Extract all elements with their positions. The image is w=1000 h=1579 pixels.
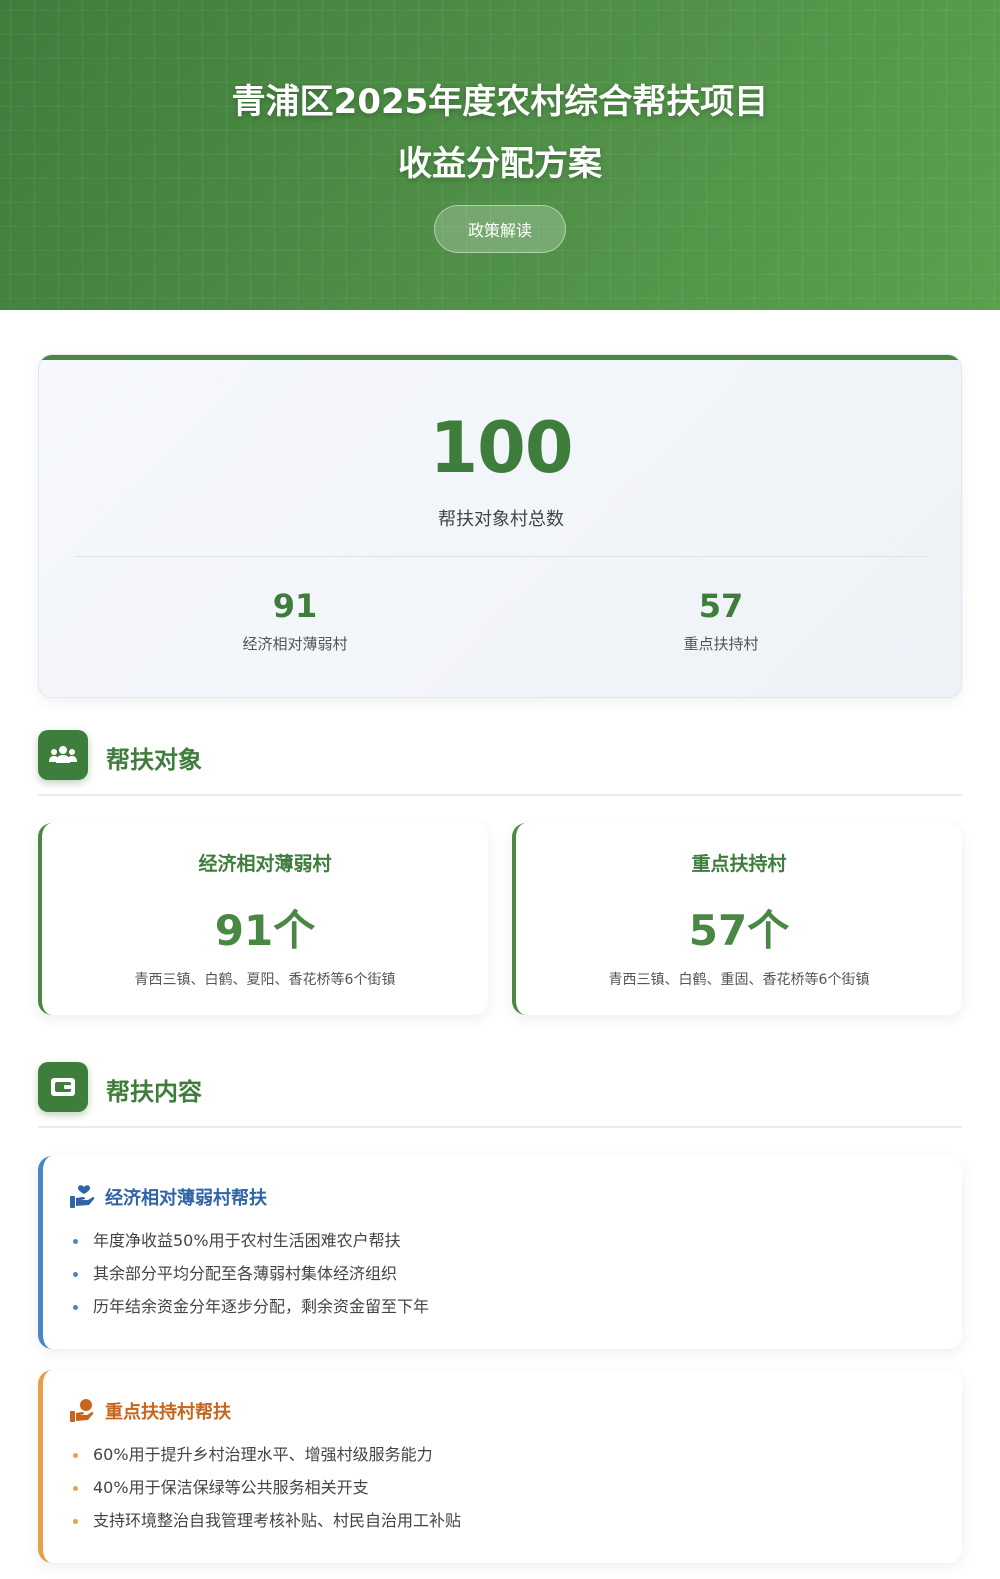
target-card-value: 91个 xyxy=(214,906,316,955)
section-title: 帮扶对象 xyxy=(106,746,202,774)
list-item: 年度净收益50%用于农村生活困难农户帮扶 xyxy=(73,1224,429,1257)
hand-holding-medical-icon xyxy=(70,1399,94,1422)
stats-summary-card: 100 帮扶对象村总数 91 经济相对薄弱村 57 重点扶持村 xyxy=(38,354,962,698)
content-card-title: 经济相对薄弱村帮扶 xyxy=(105,1188,267,1209)
list-item: 60%用于提升乡村治理水平、增强村级服务能力 xyxy=(73,1438,461,1471)
content-card-list: 60%用于提升乡村治理水平、增强村级服务能力 40%用于保洁保绿等公共服务相关开… xyxy=(73,1438,461,1537)
list-item: 其余部分平均分配至各薄弱村集体经济组织 xyxy=(73,1257,429,1290)
page-title: 青浦区2025年度农村综合帮扶项目 xyxy=(231,82,769,122)
stat-label: 重点扶持村 xyxy=(683,635,759,653)
list-item: 支持环境整治自我管理考核补贴、村民自治用工补贴 xyxy=(73,1504,461,1537)
people-group-icon xyxy=(38,730,88,780)
content-card-key-villages: 重点扶持村帮扶 60%用于提升乡村治理水平、增强村级服务能力 40%用于保洁保绿… xyxy=(38,1370,962,1563)
target-card-key-villages: 重点扶持村 57个 青西三镇、白鹤、重固、香花桥等6个街镇 xyxy=(512,823,962,1015)
target-card-value: 57个 xyxy=(688,906,790,955)
content-card-header: 重点扶持村帮扶 xyxy=(69,1398,231,1424)
target-card-title: 重点扶持村 xyxy=(691,853,787,875)
stat-value: 91 xyxy=(272,587,318,625)
policy-interpretation-button[interactable]: 政策解读 xyxy=(434,205,566,253)
hand-holding-heart-icon xyxy=(70,1185,95,1208)
content-card-header: 经济相对薄弱村帮扶 xyxy=(69,1184,267,1210)
wallet-icon xyxy=(38,1062,88,1112)
total-villages-label: 帮扶对象村总数 xyxy=(438,509,564,530)
section-header-targets: 帮扶对象 xyxy=(38,730,962,796)
page-subtitle: 收益分配方案 xyxy=(398,144,602,184)
list-item: 40%用于保洁保绿等公共服务相关开支 xyxy=(73,1471,461,1504)
hero-banner: 青浦区2025年度农村综合帮扶项目 收益分配方案 政策解读 xyxy=(0,0,1000,310)
target-card-weak-villages: 经济相对薄弱村 91个 青西三镇、白鹤、夏阳、香花桥等6个街镇 xyxy=(38,823,488,1015)
content-card-title: 重点扶持村帮扶 xyxy=(105,1402,231,1423)
stat-key-villages: 57 重点扶持村 xyxy=(571,587,871,654)
stat-value: 57 xyxy=(698,587,744,625)
stat-label: 经济相对薄弱村 xyxy=(242,635,348,653)
stat-weak-villages: 91 经济相对薄弱村 xyxy=(145,587,445,654)
target-card-desc: 青西三镇、白鹤、重固、香花桥等6个街镇 xyxy=(608,972,870,988)
section-header-content: 帮扶内容 xyxy=(38,1062,962,1128)
target-card-title: 经济相对薄弱村 xyxy=(198,853,332,875)
section-title: 帮扶内容 xyxy=(106,1078,202,1106)
content-card-weak-villages: 经济相对薄弱村帮扶 年度净收益50%用于农村生活困难农户帮扶 其余部分平均分配至… xyxy=(38,1156,962,1349)
target-card-desc: 青西三镇、白鹤、夏阳、香花桥等6个街镇 xyxy=(134,972,396,988)
content-card-list: 年度净收益50%用于农村生活困难农户帮扶 其余部分平均分配至各薄弱村集体经济组织… xyxy=(73,1224,429,1323)
total-villages-value: 100 xyxy=(429,407,573,489)
list-item: 历年结余资金分年逐步分配，剩余资金留至下年 xyxy=(73,1290,429,1323)
stats-divider xyxy=(75,556,927,557)
